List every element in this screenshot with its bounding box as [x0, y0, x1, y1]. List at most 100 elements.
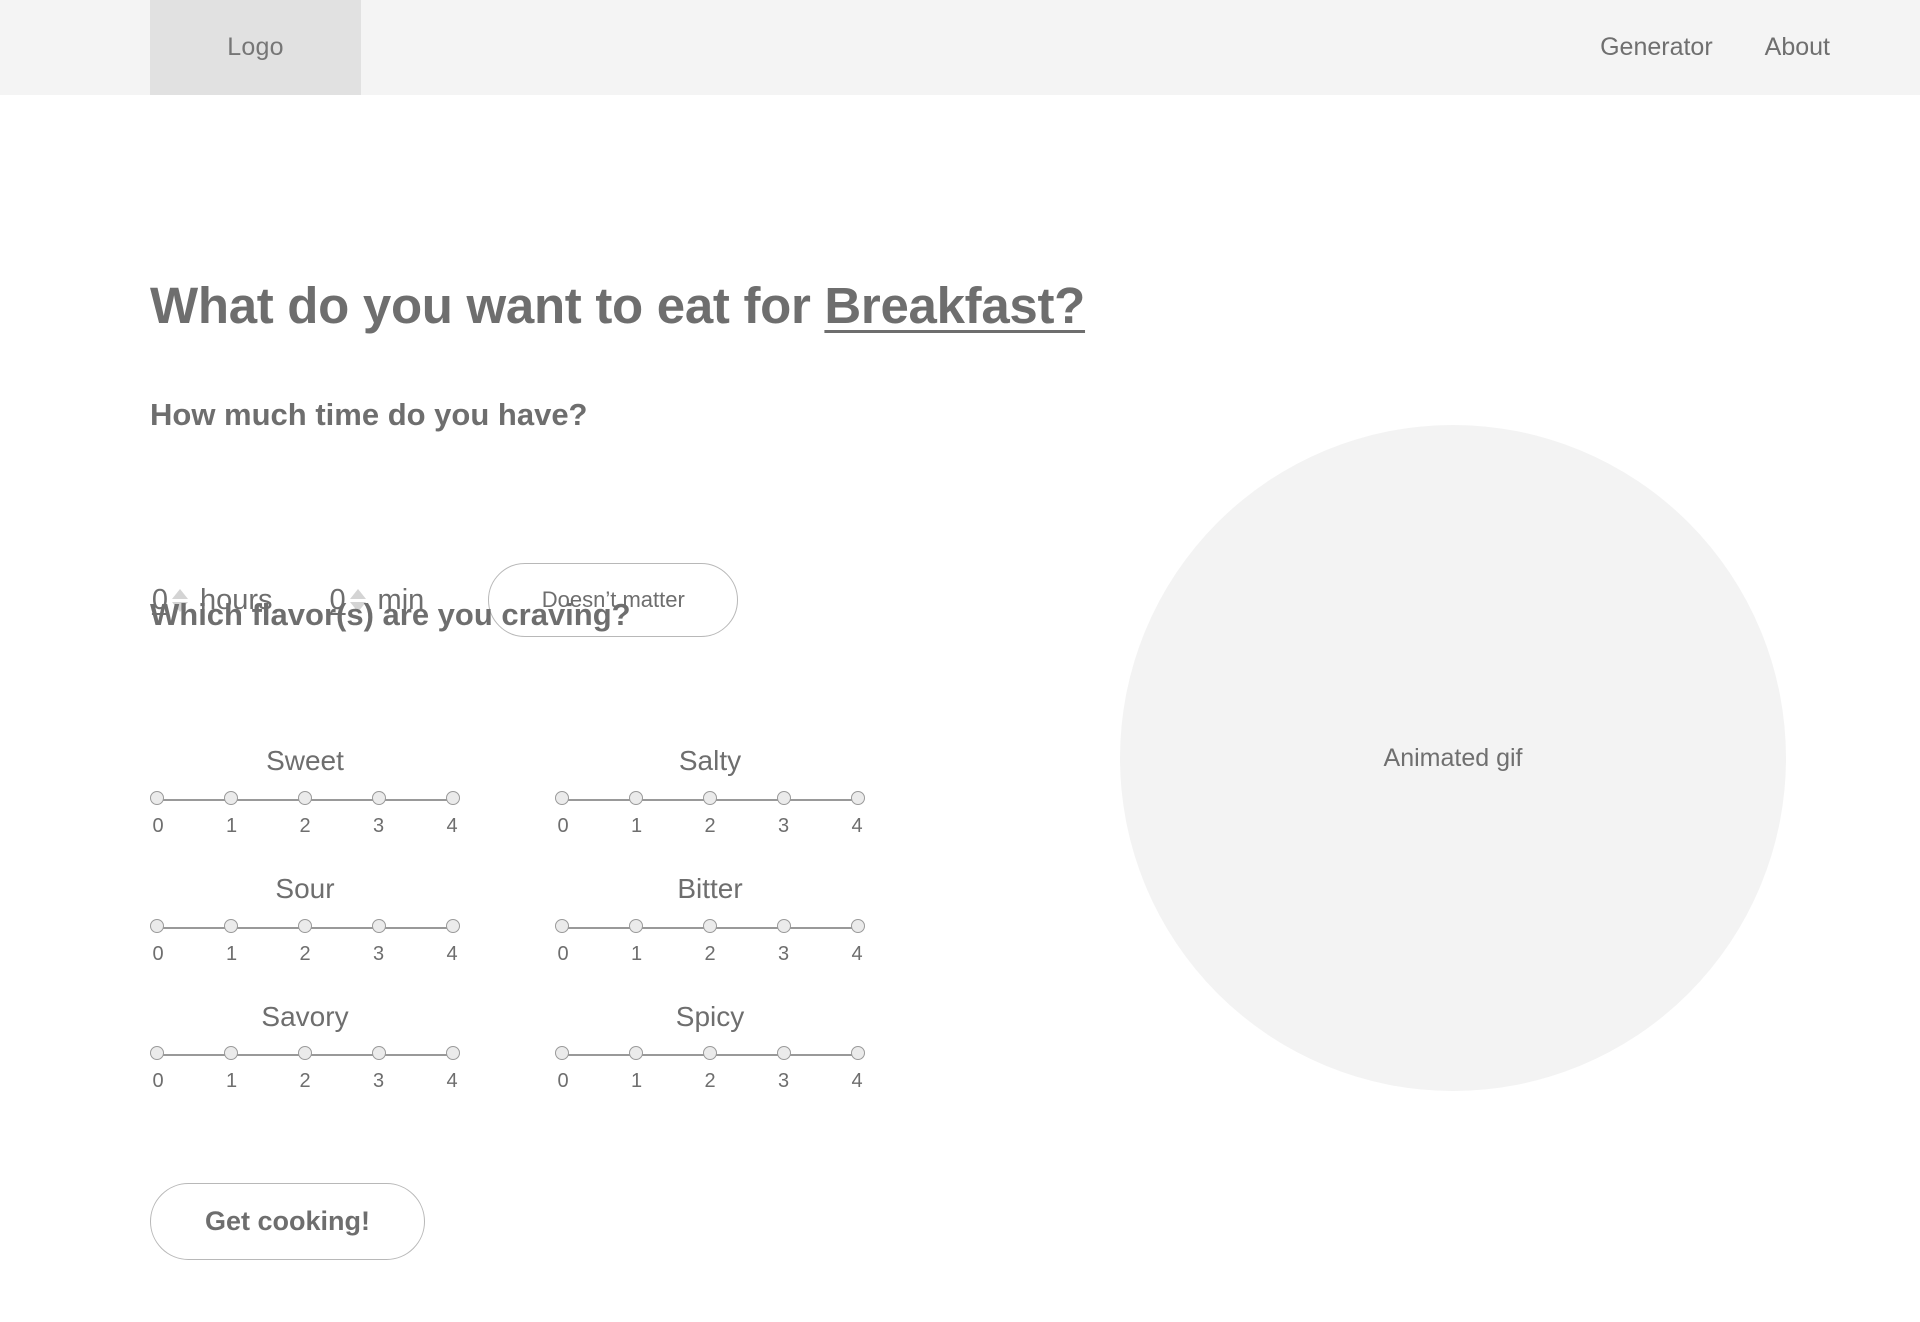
flavor-slider-track-sour[interactable] [150, 918, 460, 937]
slider-tick-label: 1 [630, 814, 643, 837]
slider-dot-spicy-3[interactable] [777, 1046, 791, 1061]
flavor-slider-track-bitter[interactable] [555, 918, 865, 937]
slider-tick-labels: 0 1 2 3 4 [555, 815, 865, 838]
slider-dot-sweet-2[interactable] [298, 790, 312, 805]
logo-label: Logo [227, 33, 284, 61]
slider-dot-savory-4[interactable] [446, 1046, 460, 1061]
slider-dots [555, 918, 865, 933]
animated-gif-label: Animated gif [1383, 743, 1523, 772]
slider-tick-label: 0 [152, 942, 164, 965]
slider-dot-bitter-1[interactable] [629, 918, 643, 933]
animated-gif-placeholder: Animated gif [1120, 425, 1786, 1091]
slider-tick-label: 4 [446, 1070, 458, 1093]
flavor-slider-sour: Sour 0 1 2 3 4 [150, 872, 460, 966]
flavor-slider-track-savory[interactable] [150, 1046, 460, 1064]
slider-tick-label: 1 [630, 1070, 643, 1093]
flavor-slider-label-sweet: Sweet [266, 745, 344, 776]
slider-dot-sweet-1[interactable] [224, 790, 238, 805]
flavor-slider-track-salty[interactable] [555, 790, 865, 809]
flavor-slider-row: Sweet 0 1 2 3 4 Salty 0 1 2 3 4 [150, 745, 910, 838]
get-cooking-button[interactable]: Get cooking! [150, 1183, 425, 1260]
slider-tick-labels: 0 1 2 3 4 [150, 1070, 460, 1093]
slider-dot-sour-2[interactable] [298, 918, 312, 933]
slider-dot-sweet-0[interactable] [150, 790, 164, 805]
slider-dot-savory-3[interactable] [372, 1046, 386, 1061]
meal-selector[interactable]: Breakfast? [824, 277, 1085, 334]
flavor-slider-track-spicy[interactable] [555, 1046, 865, 1064]
slider-tick-label: 3 [372, 942, 385, 965]
slider-tick-labels: 0 1 2 3 4 [555, 1070, 865, 1093]
slider-tick-label: 4 [851, 1070, 863, 1093]
slider-tick-label: 4 [851, 942, 863, 965]
slider-dot-bitter-3[interactable] [777, 918, 791, 933]
slider-tick-label: 4 [446, 942, 458, 965]
flavor-slider-salty: Salty 0 1 2 3 4 [555, 745, 865, 838]
main-navigation: Generator About [1600, 0, 1920, 95]
slider-dot-savory-0[interactable] [150, 1046, 164, 1061]
flavor-slider-label-bitter: Bitter [677, 872, 743, 904]
main-content: What do you want to eat for Breakfast? H… [0, 95, 1920, 1322]
slider-tick-labels: 0 1 2 3 4 [150, 943, 460, 966]
slider-tick-label: 2 [704, 942, 716, 965]
slider-dots [555, 790, 865, 805]
slider-tick-label: 1 [630, 942, 643, 965]
slider-dot-savory-1[interactable] [224, 1046, 238, 1061]
flavor-slider-row: Sour 0 1 2 3 4 Bitter 0 1 2 3 4 [150, 872, 910, 966]
slider-tick-label: 0 [557, 814, 569, 837]
slider-dot-salty-0[interactable] [555, 790, 569, 805]
nav-item-about[interactable]: About [1765, 33, 1830, 62]
slider-dot-spicy-1[interactable] [629, 1046, 643, 1061]
slider-tick-label: 0 [557, 942, 569, 965]
flavor-slider-sweet: Sweet 0 1 2 3 4 [150, 745, 460, 838]
flavor-slider-grid: Sweet 0 1 2 3 4 Salty 0 1 2 3 4 Sour 0 1 2 3 4 Bitter 0 1 2 3 4… [150, 745, 910, 1129]
slider-dot-sweet-4[interactable] [446, 790, 460, 805]
slider-dot-salty-4[interactable] [851, 790, 865, 805]
logo[interactable]: Logo [150, 0, 361, 95]
slider-tick-label: 3 [372, 1070, 385, 1093]
flavor-slider-spicy: Spicy 0 1 2 3 4 [555, 1000, 865, 1094]
slider-dot-sour-4[interactable] [446, 918, 460, 933]
slider-tick-label: 2 [299, 814, 311, 837]
flavor-slider-label-spicy: Spicy [675, 1000, 745, 1032]
slider-dot-salty-2[interactable] [703, 790, 717, 805]
slider-tick-label: 2 [704, 814, 716, 837]
slider-dot-bitter-4[interactable] [851, 918, 865, 933]
slider-dot-spicy-4[interactable] [851, 1046, 865, 1061]
slider-dot-savory-2[interactable] [298, 1046, 312, 1061]
flavor-slider-label-savory: Savory [261, 1000, 349, 1032]
nav-item-generator[interactable]: Generator [1600, 33, 1713, 62]
time-question-heading: How much time do you have? [150, 396, 588, 432]
slider-tick-labels: 0 1 2 3 4 [150, 815, 460, 838]
slider-tick-label: 2 [704, 1070, 716, 1093]
slider-dot-salty-1[interactable] [629, 790, 643, 805]
slider-tick-label: 0 [557, 1070, 569, 1093]
slider-tick-label: 1 [225, 942, 238, 965]
slider-dot-spicy-0[interactable] [555, 1046, 569, 1061]
flavor-slider-track-sweet[interactable] [150, 790, 460, 809]
slider-dot-bitter-2[interactable] [703, 918, 717, 933]
slider-dot-sour-1[interactable] [224, 918, 238, 933]
flavor-slider-label-salty: Salty [678, 745, 742, 776]
slider-dot-sour-0[interactable] [150, 918, 164, 933]
slider-tick-label: 3 [777, 1070, 790, 1093]
slider-tick-label: 0 [152, 1070, 164, 1093]
slider-tick-label: 0 [152, 814, 164, 837]
slider-dots [150, 918, 460, 933]
slider-dot-sour-3[interactable] [372, 918, 386, 933]
slider-dots [150, 790, 460, 805]
slider-dot-salty-3[interactable] [777, 790, 791, 805]
slider-tick-label: 3 [777, 814, 790, 837]
page-title: What do you want to eat for Breakfast? [150, 276, 1085, 335]
slider-tick-label: 2 [299, 1070, 311, 1093]
slider-dots [150, 1046, 460, 1061]
flavor-slider-label-sour: Sour [275, 872, 335, 904]
site-header: Logo Generator About [0, 0, 1920, 95]
slider-tick-label: 4 [446, 814, 458, 837]
slider-tick-label: 1 [225, 1070, 238, 1093]
slider-dot-sweet-3[interactable] [372, 790, 386, 805]
flavor-slider-bitter: Bitter 0 1 2 3 4 [555, 872, 865, 966]
flavor-slider-savory: Savory 0 1 2 3 4 [150, 1000, 460, 1094]
flavor-slider-row: Savory 0 1 2 3 4 Spicy 0 1 2 3 4 [150, 1000, 910, 1094]
slider-dot-bitter-0[interactable] [555, 918, 569, 933]
slider-dot-spicy-2[interactable] [703, 1046, 717, 1061]
